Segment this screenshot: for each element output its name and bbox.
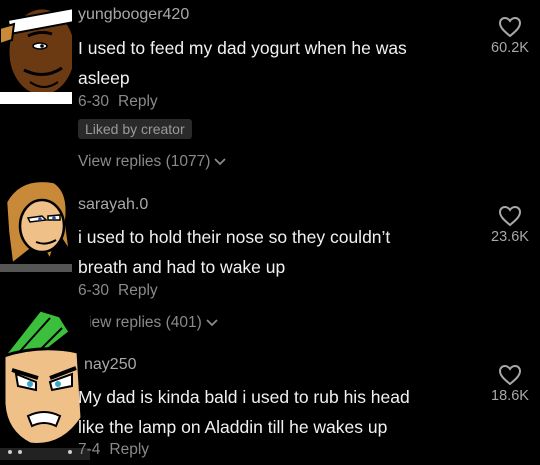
like-count: 60.2K	[491, 40, 529, 56]
comment-date: 6-30	[78, 93, 110, 110]
avatar[interactable]	[0, 172, 72, 277]
comment-meta: 6-30 Reply	[78, 282, 158, 300]
like-button[interactable]: 23.6K	[480, 205, 540, 245]
reply-button[interactable]: Reply	[118, 93, 158, 110]
view-replies-label: View replies (1077)	[78, 153, 211, 170]
heart-icon	[498, 16, 522, 38]
reply-button[interactable]: Reply	[109, 441, 149, 458]
comment-username[interactable]: nay250	[84, 356, 137, 374]
avatar[interactable]	[0, 0, 78, 109]
comment-text-line: asleep	[78, 68, 130, 88]
like-button[interactable]: 18.6K	[480, 364, 540, 404]
comment-date: 6-30	[78, 282, 110, 299]
comment-username[interactable]: yungbooger420	[78, 6, 189, 24]
comment-text: I used to feed my dad yogurt when he was…	[78, 33, 407, 93]
heart-icon	[498, 364, 522, 386]
comment-text-line: like the lamp on Aladdin till he wakes u…	[78, 417, 388, 437]
avatar[interactable]	[0, 308, 90, 465]
like-button[interactable]: 60.2K	[480, 16, 540, 56]
chevron-down-icon	[214, 158, 227, 166]
comment-text-line: breath and had to wake up	[78, 257, 286, 277]
comment-meta: 7-4 Reply	[78, 441, 149, 459]
cartoon-avatar-headband-icon	[0, 0, 78, 104]
chevron-down-icon	[206, 319, 218, 327]
comment-text-line: I used to feed my dad yogurt when he was	[78, 38, 407, 58]
comment-item: nay250 My dad is kinda bald i used to ru…	[0, 308, 540, 460]
liked-by-creator-badge: Liked by creator	[78, 119, 192, 139]
comment-text-line: i used to hold their nose so they couldn…	[78, 227, 391, 247]
view-replies-label: View replies (401)	[78, 314, 202, 331]
view-replies-button[interactable]: View replies (1077)	[78, 153, 227, 171]
cartoon-avatar-blonde-icon	[0, 172, 72, 272]
cartoon-avatar-mohawk-icon	[0, 308, 90, 460]
comment-date: 7-4	[78, 441, 101, 458]
reply-button[interactable]: Reply	[118, 282, 158, 299]
comment-item: yungbooger420 I used to feed my dad yogu…	[0, 0, 540, 180]
comment-meta: 6-30 Reply	[78, 93, 158, 111]
comment-text: My dad is kinda bald i used to rub his h…	[78, 382, 410, 442]
heart-icon	[498, 205, 522, 227]
like-count: 23.6K	[491, 229, 529, 245]
comment-text-line: My dad is kinda bald i used to rub his h…	[78, 387, 410, 407]
comment-username[interactable]: sarayah.0	[78, 196, 148, 214]
like-count: 18.6K	[491, 388, 529, 404]
comment-text: i used to hold their nose so they couldn…	[78, 222, 390, 282]
